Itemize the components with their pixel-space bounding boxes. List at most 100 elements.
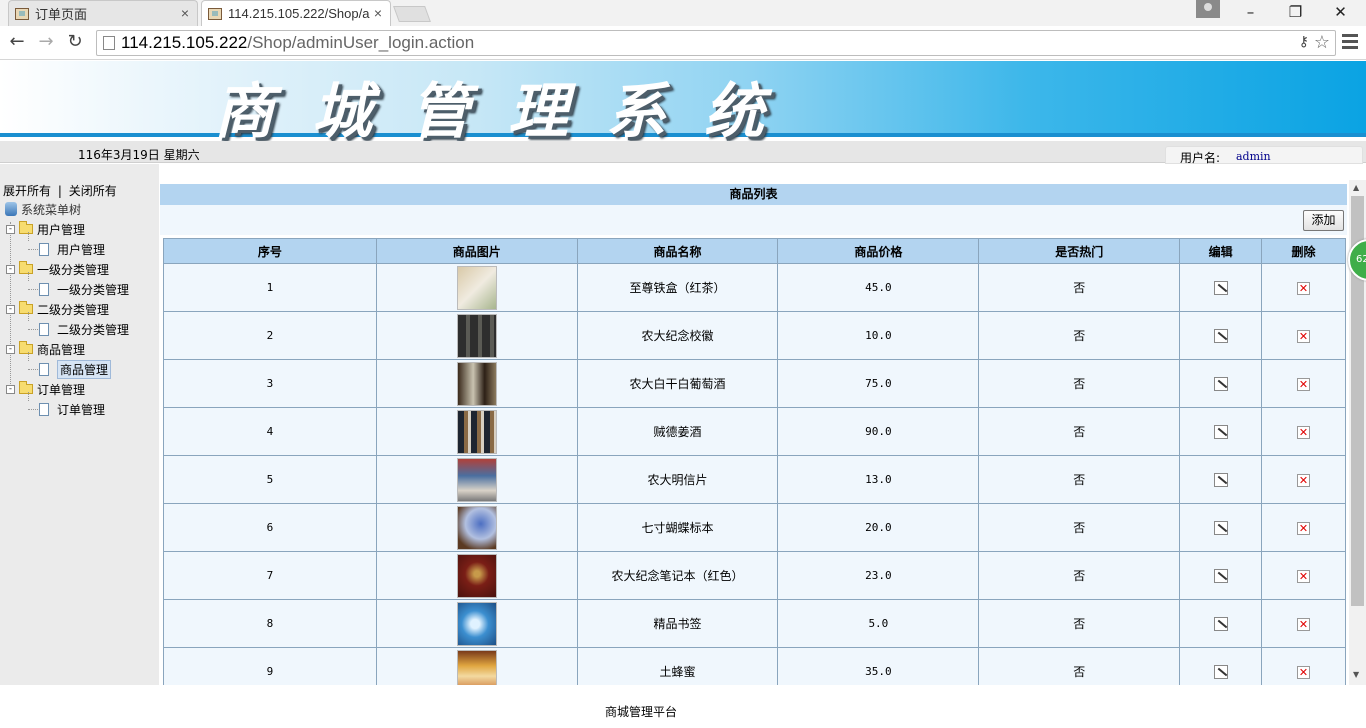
scroll-down-icon[interactable]: ▼	[1353, 670, 1359, 679]
url-text[interactable]: 114.215.105.222/Shop/adminUser_login.act…	[121, 33, 474, 53]
delete-icon[interactable]: ✕	[1297, 377, 1311, 391]
bookmark-star-icon[interactable]: ☆	[1314, 32, 1330, 53]
browser-tab-admin[interactable]: 114.215.105.222/Shop/a ×	[201, 0, 391, 26]
edit-icon[interactable]	[1213, 280, 1228, 295]
list-title: 商品列表	[160, 184, 1347, 205]
delete-icon[interactable]: ✕	[1297, 521, 1311, 535]
cell-edit	[1179, 455, 1263, 504]
edit-icon[interactable]	[1213, 424, 1228, 439]
cell-no: 7	[163, 551, 377, 600]
tree-connector	[28, 312, 29, 321]
tree-group-orders[interactable]: - 订单管理	[6, 380, 85, 398]
sidebar-item-label: 订单管理	[57, 402, 106, 417]
cell-no: 4	[163, 407, 377, 456]
cell-no: 6	[163, 503, 377, 552]
table-row: 6 七寸蝴蝶标本 20.0 否 ✕	[163, 503, 1346, 552]
expand-all-link[interactable]: 展开所有	[3, 184, 51, 198]
delete-icon[interactable]: ✕	[1297, 281, 1311, 295]
key-icon[interactable]: ⚷	[1299, 34, 1309, 50]
cell-delete: ✕	[1261, 407, 1346, 456]
folder-open-icon	[19, 221, 33, 234]
cell-price: 35.0	[777, 647, 980, 685]
delete-icon[interactable]: ✕	[1297, 329, 1311, 343]
tree-group-goods[interactable]: - 商品管理	[6, 340, 85, 358]
tree-connector	[28, 352, 29, 361]
tree-group-users[interactable]: - 用户管理	[6, 220, 85, 238]
profile-icon[interactable]	[1196, 0, 1220, 18]
table-row: 7 农大纪念笔记本（红色） 23.0 否 ✕	[163, 551, 1346, 600]
cell-hot: 否	[978, 503, 1181, 552]
footer-text: 商城管理平台	[604, 705, 677, 719]
forward-arrow-icon[interactable]: →	[36, 32, 56, 52]
browser-toolbar: ← → ↻ 114.215.105.222/Shop/adminUser_log…	[0, 26, 1366, 60]
column-header-hot: 是否热门	[978, 238, 1181, 264]
collapse-toggle-icon[interactable]: -	[6, 344, 15, 354]
sidebar-item-category1-management[interactable]: 一级分类管理	[39, 280, 129, 298]
cell-edit	[1179, 551, 1263, 600]
tree-root[interactable]: 系统菜单树	[5, 200, 81, 218]
edit-icon[interactable]	[1213, 472, 1228, 487]
back-arrow-icon[interactable]: ←	[7, 32, 27, 52]
new-tab-button[interactable]	[393, 6, 431, 22]
goods-table: 序号 商品图片 商品名称 商品价格 是否热门 编辑 删除 1 至尊铁盒（红茶） …	[163, 238, 1346, 685]
collapse-all-link[interactable]: 关闭所有	[69, 184, 117, 198]
cell-hot: 否	[978, 599, 1181, 648]
delete-icon[interactable]: ✕	[1297, 425, 1311, 439]
delete-icon[interactable]: ✕	[1297, 665, 1311, 679]
browser-tab-order-page[interactable]: 订单页面 ×	[8, 0, 198, 26]
close-window-icon[interactable]: ✕	[1318, 0, 1363, 24]
collapse-toggle-icon[interactable]: -	[6, 224, 15, 234]
cell-no: 5	[163, 455, 377, 504]
cell-image	[375, 359, 578, 408]
edit-icon[interactable]	[1213, 328, 1228, 343]
cell-hot: 否	[978, 407, 1181, 456]
sidebar-item-order-management[interactable]: 订单管理	[39, 400, 105, 418]
restore-icon[interactable]: ❐	[1273, 0, 1318, 24]
cell-price: 90.0	[777, 407, 980, 456]
delete-icon[interactable]: ✕	[1297, 617, 1311, 631]
reload-icon[interactable]: ↻	[65, 32, 85, 52]
product-thumbnail	[456, 265, 497, 310]
tree-connector	[28, 272, 29, 281]
product-thumbnail	[456, 361, 497, 406]
collapse-toggle-icon[interactable]: -	[6, 384, 15, 394]
edit-icon[interactable]	[1213, 616, 1228, 631]
sidebar-item-category2-management[interactable]: 二级分类管理	[39, 320, 129, 338]
column-header-no: 序号	[163, 238, 377, 264]
address-bar[interactable]: 114.215.105.222/Shop/adminUser_login.act…	[96, 30, 1336, 56]
cell-name: 至尊铁盒（红茶）	[576, 263, 779, 312]
tab-close-icon[interactable]: ×	[181, 5, 189, 21]
cell-hot: 否	[978, 551, 1181, 600]
edit-icon[interactable]	[1213, 520, 1228, 535]
collapse-toggle-icon[interactable]: -	[6, 264, 15, 274]
collapse-toggle-icon[interactable]: -	[6, 304, 15, 314]
scroll-up-icon[interactable]: ▲	[1353, 183, 1359, 192]
folder-open-icon	[19, 261, 33, 274]
page-icon	[39, 362, 49, 376]
sidebar-item-goods-management[interactable]: 商品管理	[39, 359, 112, 379]
cell-edit	[1179, 263, 1263, 312]
sidebar-item-user-management[interactable]: 用户管理	[39, 240, 105, 258]
product-thumbnail	[456, 505, 497, 550]
delete-icon[interactable]: ✕	[1297, 473, 1311, 487]
minimize-icon[interactable]: –	[1228, 0, 1273, 24]
add-button[interactable]: 添加	[1303, 210, 1344, 231]
edit-icon[interactable]	[1213, 568, 1228, 583]
footer: 商城管理平台	[0, 685, 1366, 728]
cell-name: 农大白干白葡萄酒	[576, 359, 779, 408]
delete-icon[interactable]: ✕	[1297, 569, 1311, 583]
column-header-name: 商品名称	[576, 238, 779, 264]
browser-menu-icon[interactable]	[1342, 34, 1358, 50]
tab-close-icon[interactable]: ×	[374, 5, 382, 21]
tree-group-category2[interactable]: - 二级分类管理	[6, 300, 109, 318]
tree-group-category1[interactable]: - 一级分类管理	[6, 260, 109, 278]
cell-price: 20.0	[777, 503, 980, 552]
user-info: 用户名: admin	[1165, 146, 1363, 165]
edit-icon[interactable]	[1213, 376, 1228, 391]
cell-image	[375, 311, 578, 360]
cell-hot: 否	[978, 359, 1181, 408]
cell-delete: ✕	[1261, 551, 1346, 600]
cell-image	[375, 263, 578, 312]
cell-edit	[1179, 407, 1263, 456]
edit-icon[interactable]	[1213, 664, 1228, 679]
